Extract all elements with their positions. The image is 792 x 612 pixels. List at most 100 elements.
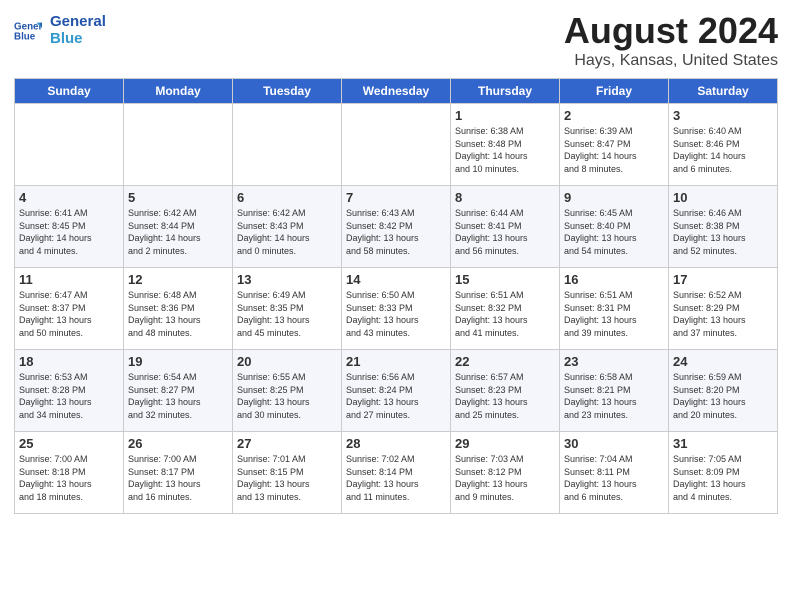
day-number: 14 xyxy=(346,272,446,287)
logo-icon: General Blue xyxy=(14,17,42,45)
calendar-cell: 13 Sunrise: 6:49 AM Sunset: 8:35 PM Dayli… xyxy=(233,268,342,350)
day-number: 4 xyxy=(19,190,119,205)
calendar-cell: 17Sunrise: 6:52 AM Sunset: 8:29 PM Dayli… xyxy=(669,268,778,350)
day-number: 16 xyxy=(564,272,664,287)
day-info: Sunrise: 6:59 AM Sunset: 8:20 PM Dayligh… xyxy=(673,371,773,421)
day-number: 28 xyxy=(346,436,446,451)
calendar-week-3: 11Sunrise: 6:47 AM Sunset: 8:37 PM Dayli… xyxy=(15,268,778,350)
calendar-cell: 8 Sunrise: 6:44 AM Sunset: 8:41 PM Daylig… xyxy=(451,186,560,268)
calendar-cell: 30Sunrise: 7:04 AM Sunset: 8:11 PM Dayli… xyxy=(560,432,669,514)
calendar-week-1: 1Sunrise: 6:38 AM Sunset: 8:48 PM Daylig… xyxy=(15,104,778,186)
day-number: 15 xyxy=(455,272,555,287)
calendar-cell: 4 Sunrise: 6:41 AM Sunset: 8:45 PM Daylig… xyxy=(15,186,124,268)
calendar-cell: 24Sunrise: 6:59 AM Sunset: 8:20 PM Dayli… xyxy=(669,350,778,432)
day-number: 3 xyxy=(673,108,773,123)
calendar-cell: 22Sunrise: 6:57 AM Sunset: 8:23 PM Dayli… xyxy=(451,350,560,432)
day-number: 29 xyxy=(455,436,555,451)
calendar-week-5: 25 Sunrise: 7:00 AM Sunset: 8:18 PM Dayli… xyxy=(15,432,778,514)
calendar-cell: 3 Sunrise: 6:40 AM Sunset: 8:46 PM Daylig… xyxy=(669,104,778,186)
header-tuesday: Tuesday xyxy=(233,79,342,104)
day-number: 22 xyxy=(455,354,555,369)
day-info: Sunrise: 6:43 AM Sunset: 8:42 PM Dayligh… xyxy=(346,207,446,257)
calendar-cell: 31 Sunrise: 7:05 AM Sunset: 8:09 PM Dayli… xyxy=(669,432,778,514)
calendar-week-2: 4 Sunrise: 6:41 AM Sunset: 8:45 PM Daylig… xyxy=(15,186,778,268)
calendar-cell: 18Sunrise: 6:53 AM Sunset: 8:28 PM Dayli… xyxy=(15,350,124,432)
day-number: 10 xyxy=(673,190,773,205)
header-thursday: Thursday xyxy=(451,79,560,104)
day-number: 13 xyxy=(237,272,337,287)
calendar-cell xyxy=(233,104,342,186)
logo-line2: Blue xyxy=(50,31,106,48)
day-info: Sunrise: 6:39 AM Sunset: 8:47 PM Dayligh… xyxy=(564,125,664,175)
calendar-week-4: 18Sunrise: 6:53 AM Sunset: 8:28 PM Dayli… xyxy=(15,350,778,432)
header-friday: Friday xyxy=(560,79,669,104)
calendar-cell: 7 Sunrise: 6:43 AM Sunset: 8:42 PM Daylig… xyxy=(342,186,451,268)
day-info: Sunrise: 6:45 AM Sunset: 8:40 PM Dayligh… xyxy=(564,207,664,257)
day-number: 18 xyxy=(19,354,119,369)
day-info: Sunrise: 7:00 AM Sunset: 8:18 PM Dayligh… xyxy=(19,453,119,503)
header-sunday: Sunday xyxy=(15,79,124,104)
logo-line1: General xyxy=(50,14,106,31)
day-info: Sunrise: 6:50 AM Sunset: 8:33 PM Dayligh… xyxy=(346,289,446,339)
calendar-cell: 14 Sunrise: 6:50 AM Sunset: 8:33 PM Dayli… xyxy=(342,268,451,350)
day-number: 19 xyxy=(128,354,228,369)
day-number: 7 xyxy=(346,190,446,205)
calendar-cell: 26 Sunrise: 7:00 AM Sunset: 8:17 PM Dayli… xyxy=(124,432,233,514)
day-info: Sunrise: 7:00 AM Sunset: 8:17 PM Dayligh… xyxy=(128,453,228,503)
day-number: 20 xyxy=(237,354,337,369)
day-number: 26 xyxy=(128,436,228,451)
day-number: 12 xyxy=(128,272,228,287)
header-monday: Monday xyxy=(124,79,233,104)
weekday-header-row: Sunday Monday Tuesday Wednesday Thursday… xyxy=(15,79,778,104)
day-info: Sunrise: 6:51 AM Sunset: 8:32 PM Dayligh… xyxy=(455,289,555,339)
day-number: 17 xyxy=(673,272,773,287)
day-info: Sunrise: 6:48 AM Sunset: 8:36 PM Dayligh… xyxy=(128,289,228,339)
calendar-cell xyxy=(15,104,124,186)
calendar-cell: 29 Sunrise: 7:03 AM Sunset: 8:12 PM Dayli… xyxy=(451,432,560,514)
day-info: Sunrise: 6:42 AM Sunset: 8:43 PM Dayligh… xyxy=(237,207,337,257)
calendar-cell: 25 Sunrise: 7:00 AM Sunset: 8:18 PM Dayli… xyxy=(15,432,124,514)
calendar-cell: 15 Sunrise: 6:51 AM Sunset: 8:32 PM Dayli… xyxy=(451,268,560,350)
day-number: 2 xyxy=(564,108,664,123)
day-info: Sunrise: 6:54 AM Sunset: 8:27 PM Dayligh… xyxy=(128,371,228,421)
calendar-table: Sunday Monday Tuesday Wednesday Thursday… xyxy=(14,78,778,514)
day-info: Sunrise: 7:02 AM Sunset: 8:14 PM Dayligh… xyxy=(346,453,446,503)
day-number: 6 xyxy=(237,190,337,205)
header-wednesday: Wednesday xyxy=(342,79,451,104)
day-number: 31 xyxy=(673,436,773,451)
day-info: Sunrise: 6:47 AM Sunset: 8:37 PM Dayligh… xyxy=(19,289,119,339)
day-number: 23 xyxy=(564,354,664,369)
day-info: Sunrise: 6:49 AM Sunset: 8:35 PM Dayligh… xyxy=(237,289,337,339)
day-info: Sunrise: 7:01 AM Sunset: 8:15 PM Dayligh… xyxy=(237,453,337,503)
day-info: Sunrise: 7:05 AM Sunset: 8:09 PM Dayligh… xyxy=(673,453,773,503)
title-block: August 2024 Hays, Kansas, United States xyxy=(564,10,778,70)
day-number: 8 xyxy=(455,190,555,205)
day-number: 9 xyxy=(564,190,664,205)
day-info: Sunrise: 6:40 AM Sunset: 8:46 PM Dayligh… xyxy=(673,125,773,175)
day-info: Sunrise: 6:44 AM Sunset: 8:41 PM Dayligh… xyxy=(455,207,555,257)
day-info: Sunrise: 7:04 AM Sunset: 8:11 PM Dayligh… xyxy=(564,453,664,503)
day-info: Sunrise: 6:41 AM Sunset: 8:45 PM Dayligh… xyxy=(19,207,119,257)
calendar-cell xyxy=(342,104,451,186)
calendar-cell: 12 Sunrise: 6:48 AM Sunset: 8:36 PM Dayli… xyxy=(124,268,233,350)
day-number: 21 xyxy=(346,354,446,369)
calendar-cell: 16 Sunrise: 6:51 AM Sunset: 8:31 PM Dayli… xyxy=(560,268,669,350)
day-info: Sunrise: 6:58 AM Sunset: 8:21 PM Dayligh… xyxy=(564,371,664,421)
day-info: Sunrise: 6:51 AM Sunset: 8:31 PM Dayligh… xyxy=(564,289,664,339)
calendar-cell: 27Sunrise: 7:01 AM Sunset: 8:15 PM Dayli… xyxy=(233,432,342,514)
svg-text:Blue: Blue xyxy=(14,31,36,42)
calendar-cell: 21 Sunrise: 6:56 AM Sunset: 8:24 PM Dayli… xyxy=(342,350,451,432)
calendar-cell: 11Sunrise: 6:47 AM Sunset: 8:37 PM Dayli… xyxy=(15,268,124,350)
day-info: Sunrise: 7:03 AM Sunset: 8:12 PM Dayligh… xyxy=(455,453,555,503)
logo: General Blue General Blue xyxy=(14,14,106,47)
day-info: Sunrise: 6:55 AM Sunset: 8:25 PM Dayligh… xyxy=(237,371,337,421)
day-number: 1 xyxy=(455,108,555,123)
calendar-cell: 5Sunrise: 6:42 AM Sunset: 8:44 PM Daylig… xyxy=(124,186,233,268)
calendar-cell: 2 Sunrise: 6:39 AM Sunset: 8:47 PM Daylig… xyxy=(560,104,669,186)
day-info: Sunrise: 6:42 AM Sunset: 8:44 PM Dayligh… xyxy=(128,207,228,257)
calendar-cell xyxy=(124,104,233,186)
day-info: Sunrise: 6:56 AM Sunset: 8:24 PM Dayligh… xyxy=(346,371,446,421)
day-number: 25 xyxy=(19,436,119,451)
calendar-cell: 20 Sunrise: 6:55 AM Sunset: 8:25 PM Dayli… xyxy=(233,350,342,432)
calendar-cell: 19 Sunrise: 6:54 AM Sunset: 8:27 PM Dayli… xyxy=(124,350,233,432)
